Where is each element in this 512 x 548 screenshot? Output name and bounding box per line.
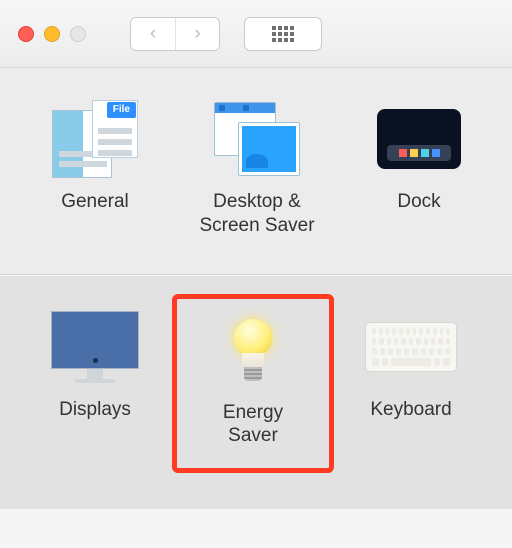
general-icon: File [49,98,141,180]
keyboard-icon [365,306,457,388]
nav-segmented-control: ‹ › [130,17,220,51]
pref-label: General [61,190,129,214]
chevron-right-icon: › [194,23,200,45]
pref-item-desktop-screen-saver[interactable]: Desktop & Screen Saver [176,98,338,238]
grid-icon [272,26,294,42]
window-controls [18,26,86,42]
displays-icon [49,306,141,388]
pref-item-energy-saver[interactable]: Energy Saver [172,294,334,474]
pref-label: Displays [59,398,131,422]
file-tag: File [107,102,136,118]
prefs-row-1: File General Desktop & Screen Saver Dock [0,68,512,275]
close-window-button[interactable] [18,26,34,42]
lightbulb-icon [207,309,299,391]
prefs-row-2: Displays Energy Saver Keyboard [0,275,512,510]
pref-label: Dock [397,190,440,214]
pref-item-dock[interactable]: Dock [338,98,500,238]
dock-icon [373,98,465,180]
pref-label: Energy Saver [223,401,283,449]
pref-label: Keyboard [370,398,451,422]
minimize-window-button[interactable] [44,26,60,42]
chevron-left-icon: ‹ [150,23,156,45]
forward-button[interactable]: › [175,18,219,50]
pref-item-displays[interactable]: Displays [14,306,176,474]
pref-item-general[interactable]: File General [14,98,176,238]
window-titlebar: ‹ › [0,0,512,68]
show-all-button[interactable] [244,17,322,51]
desktop-screen-saver-icon [211,98,303,180]
back-button[interactable]: ‹ [131,18,175,50]
zoom-window-button[interactable] [70,26,86,42]
pref-label: Desktop & Screen Saver [199,190,314,238]
pref-item-keyboard[interactable]: Keyboard [330,306,492,474]
